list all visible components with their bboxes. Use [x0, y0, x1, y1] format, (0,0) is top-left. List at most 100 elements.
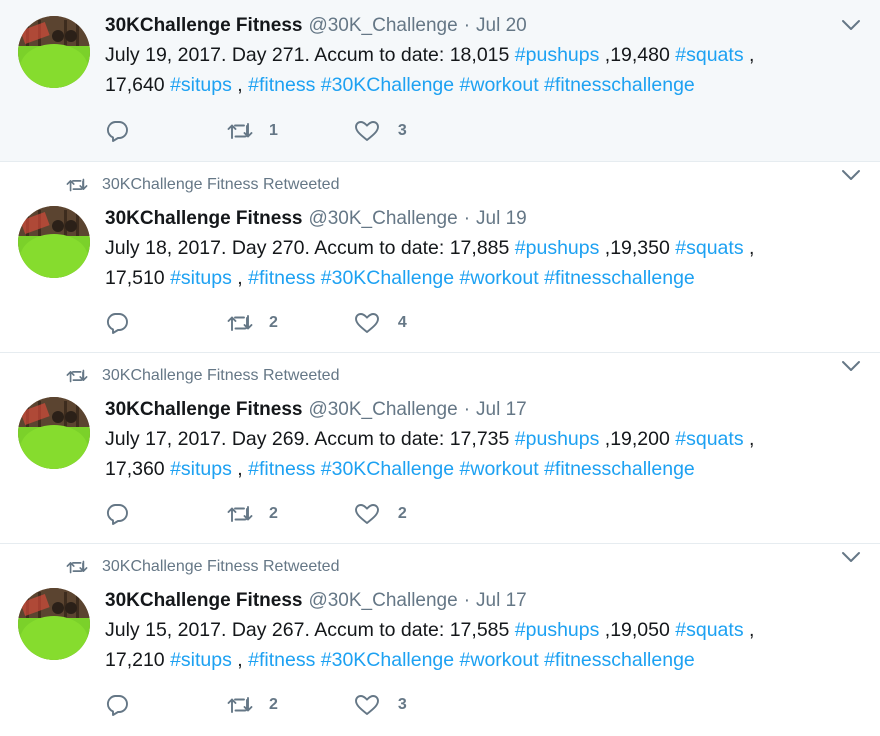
timeline: 30KChallenge Fitness @30K_Challenge · Jul 2… — [0, 0, 880, 736]
tweet-content: 30KChallenge Fitness @30K_Challenge · Jul 1… — [105, 205, 860, 293]
author-handle[interactable]: @30K_Challenge — [308, 590, 457, 611]
hashtag-workout[interactable]: #workout — [460, 267, 539, 289]
hashtag-30kchallenge[interactable]: #30KChallenge — [321, 267, 454, 289]
text-segment: , — [231, 649, 249, 671]
author-name[interactable]: 30KChallenge Fitness — [105, 590, 302, 611]
text-segment: , — [743, 237, 755, 259]
retweet-icon — [227, 123, 253, 139]
retweet-button[interactable]: 2 — [227, 313, 278, 333]
retweet-context-label[interactable]: 30KChallenge Fitness Retweeted — [102, 176, 339, 194]
reply-button[interactable] — [105, 120, 131, 142]
text-segment: , — [231, 74, 249, 96]
chevron-down-icon[interactable] — [840, 168, 862, 182]
author-name[interactable]: 30KChallenge Fitness — [105, 208, 302, 229]
hashtag-situps[interactable]: #situps — [170, 74, 232, 96]
hashtag-workout[interactable]: #workout — [460, 74, 539, 96]
chevron-down-icon[interactable] — [840, 359, 862, 373]
hashtag-30kchallenge[interactable]: #30KChallenge — [321, 458, 454, 480]
text-segment: ,19,480 — [599, 44, 676, 66]
hashtag-pushups[interactable]: #pushups — [515, 619, 600, 641]
tweet-text: July 17, 2017. Day 269. Accum to date: 1… — [105, 424, 860, 484]
chevron-down-icon[interactable] — [840, 18, 862, 32]
like-button[interactable]: 3 — [354, 120, 407, 142]
hashtag-fitness[interactable]: #fitness — [248, 267, 315, 289]
hashtag-workout[interactable]: #workout — [460, 458, 539, 480]
retweet-button[interactable]: 2 — [227, 504, 278, 524]
tweet[interactable]: 30KChallenge Fitness Retweeted 30KChalle… — [0, 544, 880, 736]
retweet-button[interactable]: 2 — [227, 695, 278, 715]
author-handle[interactable]: @30K_Challenge — [308, 399, 457, 420]
hashtag-pushups[interactable]: #pushups — [515, 44, 600, 66]
tweet-date[interactable]: Jul 19 — [476, 208, 527, 229]
author-name[interactable]: 30KChallenge Fitness — [105, 15, 302, 36]
avatar-image — [18, 397, 90, 469]
tweet-text: July 19, 2017. Day 271. Accum to date: 1… — [105, 40, 860, 100]
like-count: 2 — [397, 505, 407, 522]
hashtag-situps[interactable]: #situps — [170, 649, 232, 671]
tweet[interactable]: 30KChallenge Fitness @30K_Challenge · Jul 2… — [0, 0, 880, 162]
reply-button[interactable] — [105, 312, 131, 334]
tweet-date[interactable]: Jul 20 — [476, 15, 527, 36]
retweet-context-icon — [66, 369, 88, 383]
tweet-text: July 18, 2017. Day 270. Accum to date: 1… — [105, 233, 860, 293]
hashtag-30kchallenge[interactable]: #30KChallenge — [321, 74, 454, 96]
hashtag-squats[interactable]: #squats — [675, 428, 743, 450]
tweet-content: 30KChallenge Fitness @30K_Challenge · Jul 1… — [105, 587, 860, 675]
text-segment: , — [231, 267, 249, 289]
hashtag-30kchallenge[interactable]: #30KChallenge — [321, 649, 454, 671]
text-segment: ,19,200 — [599, 428, 676, 450]
retweet-button[interactable]: 1 — [227, 121, 278, 141]
avatar[interactable] — [18, 588, 90, 660]
avatar[interactable] — [18, 16, 90, 88]
text-segment: 17,640 — [105, 74, 171, 96]
text-segment: July 18, 2017. Day 270. Accum to date: 1… — [105, 237, 515, 259]
reply-button[interactable] — [105, 503, 131, 525]
tweet-date[interactable]: Jul 17 — [476, 399, 527, 420]
retweet-context-label[interactable]: 30KChallenge Fitness Retweeted — [102, 558, 339, 576]
tweet-date[interactable]: Jul 17 — [476, 590, 527, 611]
hashtag-situps[interactable]: #situps — [170, 267, 232, 289]
reply-button[interactable] — [105, 694, 131, 716]
retweet-icon — [227, 697, 253, 713]
hashtag-fitnesschallenge[interactable]: #fitnesschallenge — [544, 649, 695, 671]
hashtag-squats[interactable]: #squats — [675, 44, 743, 66]
hashtag-fitness[interactable]: #fitness — [248, 458, 315, 480]
hashtag-fitness[interactable]: #fitness — [248, 649, 315, 671]
hashtag-pushups[interactable]: #pushups — [515, 428, 600, 450]
tweet-actions: 2 4 — [105, 311, 407, 335]
author-name[interactable]: 30KChallenge Fitness — [105, 399, 302, 420]
tweet-header: 30KChallenge Fitness @30K_Challenge · Jul 1… — [105, 587, 860, 615]
like-button[interactable]: 4 — [354, 312, 407, 334]
avatar[interactable] — [18, 397, 90, 469]
heart-icon — [354, 504, 379, 524]
retweet-context-icon — [66, 178, 88, 192]
tweet[interactable]: 30KChallenge Fitness Retweeted 30KChalle… — [0, 162, 880, 353]
hashtag-fitness[interactable]: #fitness — [248, 74, 315, 96]
hashtag-situps[interactable]: #situps — [170, 458, 232, 480]
hashtag-fitnesschallenge[interactable]: #fitnesschallenge — [544, 267, 695, 289]
retweet-context: 30KChallenge Fitness Retweeted — [66, 367, 339, 385]
tweet[interactable]: 30KChallenge Fitness Retweeted 30KChalle… — [0, 353, 880, 544]
tweet-actions: 1 3 — [105, 119, 407, 143]
hashtag-fitnesschallenge[interactable]: #fitnesschallenge — [544, 74, 695, 96]
avatar[interactable] — [18, 206, 90, 278]
like-button[interactable]: 3 — [354, 694, 407, 716]
tweet-content: 30KChallenge Fitness @30K_Challenge · Jul 2… — [105, 12, 860, 100]
retweet-context-label[interactable]: 30KChallenge Fitness Retweeted — [102, 367, 339, 385]
chevron-down-icon[interactable] — [840, 550, 862, 564]
author-handle[interactable]: @30K_Challenge — [308, 208, 457, 229]
avatar-image — [18, 16, 90, 88]
separator-dot: · — [463, 15, 471, 36]
text-segment: ,19,050 — [599, 619, 676, 641]
text-segment: 17,360 — [105, 458, 171, 480]
author-handle[interactable]: @30K_Challenge — [308, 15, 457, 36]
hashtag-squats[interactable]: #squats — [675, 237, 743, 259]
hashtag-workout[interactable]: #workout — [460, 649, 539, 671]
tweet-actions: 2 3 — [105, 693, 407, 717]
hashtag-fitnesschallenge[interactable]: #fitnesschallenge — [544, 458, 695, 480]
like-button[interactable]: 2 — [354, 503, 407, 525]
hashtag-squats[interactable]: #squats — [675, 619, 743, 641]
hashtag-pushups[interactable]: #pushups — [515, 237, 600, 259]
text-segment: , — [743, 619, 755, 641]
heart-icon — [354, 695, 379, 715]
